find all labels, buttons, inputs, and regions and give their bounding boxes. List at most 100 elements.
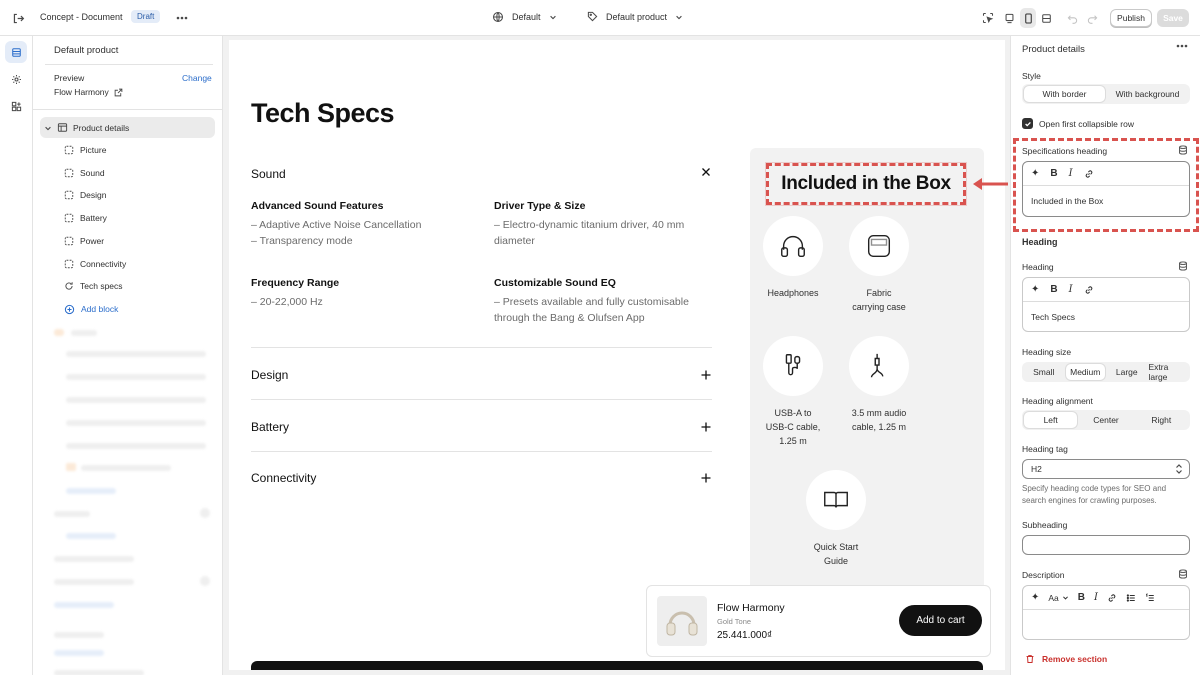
segment-option[interactable]: Center: [1079, 412, 1132, 428]
block-label: Power: [80, 235, 105, 246]
ai-sparkle-icon[interactable]: ✦: [1031, 168, 1039, 179]
apps-icon[interactable]: [5, 95, 27, 117]
link-icon[interactable]: [1107, 593, 1117, 603]
block-item[interactable]: Power: [64, 231, 104, 251]
feature-block: Frequency Range – 20-22,000 Hz: [251, 277, 481, 310]
italic-icon[interactable]: I: [1069, 284, 1073, 295]
theme-selector[interactable]: Default: [492, 11, 557, 23]
block-item[interactable]: Connectivity: [64, 254, 126, 274]
row-title[interactable]: Design: [251, 368, 288, 382]
more-actions-icon[interactable]: [1176, 44, 1188, 48]
link-icon[interactable]: [1084, 285, 1094, 295]
link-icon[interactable]: [1084, 169, 1094, 179]
preview-label: Preview: [54, 73, 85, 83]
annotation-arrow-icon: [973, 178, 1008, 190]
external-link-icon: [114, 88, 123, 96]
chevron-down-icon: [676, 15, 682, 19]
heading-input[interactable]: Tech Specs: [1023, 302, 1189, 331]
feature-block: Customizable Sound EQ – Presets available…: [494, 277, 724, 326]
faded-bar: [54, 650, 104, 656]
ai-sparkle-icon[interactable]: ✦: [1031, 284, 1039, 295]
segment-option[interactable]: Large: [1107, 364, 1147, 380]
block-label: Connectivity: [80, 258, 127, 269]
ai-sparkle-icon[interactable]: ✦: [1031, 592, 1039, 603]
product-thumbnail[interactable]: [657, 596, 707, 646]
faded-bar: [66, 420, 206, 426]
box-heading[interactable]: Included in the Box: [766, 163, 966, 205]
block-item[interactable]: Battery: [64, 208, 107, 228]
preview-product[interactable]: Flow Harmony: [54, 87, 123, 97]
close-icon[interactable]: [701, 167, 711, 177]
save-button[interactable]: Save: [1157, 9, 1189, 27]
add-to-cart-button[interactable]: Add to cart: [899, 605, 982, 636]
spec-heading-input[interactable]: Included in the Box: [1023, 186, 1189, 216]
italic-icon[interactable]: I: [1094, 592, 1098, 603]
sidebar-rail: [0, 36, 33, 675]
template-selector[interactable]: Default product: [587, 11, 683, 22]
segment-option[interactable]: Right: [1135, 412, 1188, 428]
desktop-view-icon[interactable]: [1001, 8, 1018, 28]
feature-title: Customizable Sound EQ: [494, 277, 616, 289]
tag-icon: [587, 11, 598, 22]
feature-text: – Adaptive Active Noise Cancellation: [251, 219, 422, 231]
database-icon[interactable]: [1178, 261, 1188, 271]
chevron-down-icon: [1062, 596, 1068, 600]
block-item[interactable]: Picture: [64, 140, 106, 160]
box-item-label: 1.25 m: [779, 436, 807, 446]
more-actions-icon[interactable]: [171, 7, 193, 29]
section-product-details[interactable]: Product details: [40, 117, 215, 138]
style-option[interactable]: With background: [1107, 86, 1188, 102]
heading-editor: ✦ B I Tech Specs: [1022, 277, 1190, 332]
block-label: Battery: [80, 213, 107, 224]
italic-icon[interactable]: I: [1069, 168, 1073, 179]
heading-tag-select[interactable]: H2: [1022, 459, 1190, 479]
row-title-sound[interactable]: Sound: [251, 167, 286, 181]
section-heading[interactable]: Tech Specs: [251, 98, 395, 129]
inspector-icon[interactable]: [977, 7, 999, 29]
block-item[interactable]: Design: [64, 185, 106, 205]
refresh-icon: [64, 281, 74, 291]
remove-section-button[interactable]: Remove section: [1025, 654, 1107, 664]
segment-option[interactable]: Extra large: [1149, 362, 1189, 382]
exit-icon[interactable]: [7, 7, 29, 29]
description-input[interactable]: [1023, 610, 1189, 639]
add-block-button[interactable]: Add block: [64, 299, 118, 319]
block-item[interactable]: Sound: [64, 163, 105, 183]
text-format-dropdown[interactable]: Aa: [1048, 593, 1068, 603]
audio-cable-icon: [849, 336, 909, 396]
block-item[interactable]: Tech specs: [64, 276, 123, 296]
block-icon: [64, 213, 74, 223]
mobile-view-icon[interactable]: [1019, 8, 1037, 28]
numbered-list-icon[interactable]: [1145, 592, 1155, 603]
segment-option[interactable]: Left: [1024, 412, 1078, 428]
row-title[interactable]: Connectivity: [251, 471, 316, 485]
bullet-list-icon[interactable]: [1126, 593, 1136, 603]
heading-tag-help: Specify heading code types for SEO and s…: [1022, 483, 1166, 507]
database-icon[interactable]: [1178, 145, 1188, 155]
row-title[interactable]: Battery: [251, 420, 289, 434]
undo-icon[interactable]: [1061, 7, 1083, 29]
bold-icon[interactable]: B: [1050, 284, 1057, 295]
redo-icon[interactable]: [1081, 7, 1103, 29]
plus-icon[interactable]: [701, 370, 711, 380]
bold-icon[interactable]: B: [1050, 168, 1057, 179]
settings-gear-icon[interactable]: [5, 68, 27, 90]
divider: [251, 399, 712, 400]
segment-option[interactable]: Medium: [1065, 364, 1105, 380]
publish-button[interactable]: Publish: [1110, 9, 1152, 27]
style-option[interactable]: With border: [1024, 86, 1105, 102]
subheading-input[interactable]: [1022, 535, 1190, 555]
database-icon[interactable]: [1178, 569, 1188, 579]
open-first-row-checkbox[interactable]: Open first collapsible row: [1022, 118, 1134, 129]
box-item-label: Fabric: [866, 288, 892, 298]
feature-title: Driver Type & Size: [494, 200, 586, 212]
fullscreen-view-icon[interactable]: [1038, 8, 1055, 28]
sections-icon[interactable]: [5, 41, 27, 63]
plus-icon[interactable]: [701, 422, 711, 432]
viewport-toggle: [1001, 8, 1055, 28]
plus-icon[interactable]: [701, 473, 711, 483]
bold-icon[interactable]: B: [1078, 592, 1085, 603]
segment-option[interactable]: Small: [1024, 364, 1064, 380]
change-preview-link[interactable]: Change: [182, 73, 212, 83]
box-item-label: cable, 1.25 m: [851, 422, 907, 432]
